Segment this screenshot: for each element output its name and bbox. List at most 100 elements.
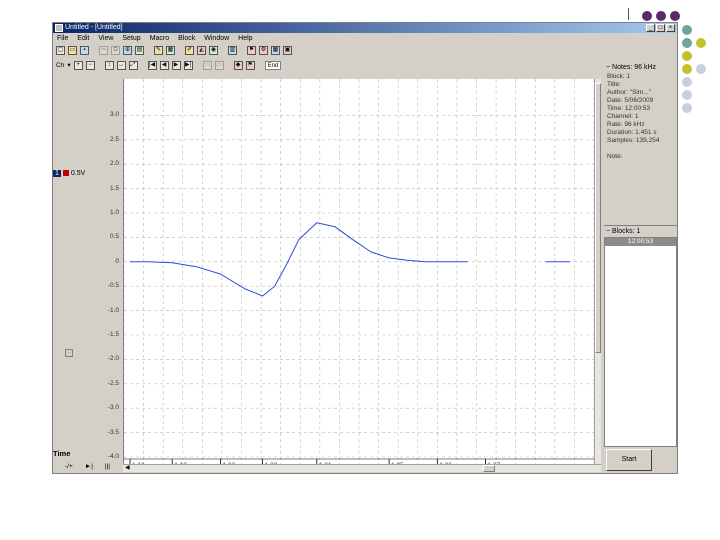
y-tick-label: -1.5 <box>107 331 119 338</box>
copy-icon[interactable]: ⧉ <box>111 45 120 55</box>
scale-icon[interactable]: ↔ <box>116 60 126 70</box>
y-tick-label: 1.5 <box>109 184 119 192</box>
tool-icon[interactable]: ✐ <box>185 45 194 55</box>
deco-dot <box>682 90 692 100</box>
note-line: Channel: 1 <box>607 113 639 120</box>
y-tick-label: 0.5 <box>109 233 119 241</box>
channel-panel: 3.0 2.5 2.0 1.5 1.0 0.5 0 -0.5 -1.0 -1.5 -2.0 -2.5 -… <box>53 79 123 469</box>
export-icon[interactable]: ⚑ <box>247 45 256 55</box>
blocks-header-text: Blocks: 1 <box>612 228 641 235</box>
grid-icon[interactable]: ▦ <box>271 45 280 55</box>
deco-dot <box>682 64 692 74</box>
note-line: Rate: 96 kHz <box>607 121 645 128</box>
note-line: Author: "Sim..." <box>607 89 651 96</box>
channel-label[interactable]: 1 0.5V <box>53 168 85 178</box>
chevron-down-icon[interactable]: ▾ <box>67 61 70 69</box>
next-icon[interactable]: ▶ <box>171 60 181 70</box>
settings-icon[interactable]: ⚙ <box>259 45 268 55</box>
menu-edit[interactable]: Edit <box>77 34 89 43</box>
channel-select[interactable]: Ch <box>56 62 64 69</box>
last-icon[interactable]: ▶| <box>183 60 193 70</box>
note-line: Samples: 139,254 <box>607 137 660 144</box>
menu-view[interactable]: View <box>98 34 113 43</box>
slide-divider <box>628 8 629 20</box>
zoom-time-button[interactable]: -/+ <box>65 463 73 470</box>
menu-window[interactable]: Window <box>204 34 229 43</box>
menu-file[interactable]: File <box>57 34 68 43</box>
notes-text[interactable]: Block: 1 Title: Author: "Sim..." Date: 5… <box>604 73 677 219</box>
trace-chart[interactable]: 1.121.131.221.231.311.351.361.37 <box>123 79 595 469</box>
y-tick-label: -2.0 <box>107 355 119 363</box>
deco-dot <box>682 77 692 87</box>
blocks-header[interactable]: − Blocks: 1 <box>604 225 677 237</box>
zoom-in-icon[interactable]: + <box>73 60 83 70</box>
fit-icon[interactable]: ⤢ <box>128 60 138 70</box>
cut-icon[interactable]: ✂ <box>99 45 108 55</box>
deco-dot <box>682 38 692 48</box>
channel-color-swatch <box>62 170 69 176</box>
y-tick-label: -3.0 <box>107 404 119 412</box>
disabled-icon[interactable]: ▭ <box>202 60 212 70</box>
zoom-out-icon[interactable]: − <box>85 60 95 70</box>
main-toolbar: ▢ ▭ ▪ ✂ ⧉ ⊕ ▤ ✎ ▦ ✐ ◭ ◉ ▥ ⚑ ⚙ ▦ ▣ <box>53 44 292 56</box>
block-item[interactable]: 12:00:53 <box>605 238 676 246</box>
open-icon[interactable]: ▭ <box>68 45 77 55</box>
vertical-scrollbar[interactable] <box>594 79 601 469</box>
deco-dot <box>682 51 692 61</box>
notes-header[interactable]: − Notes: 96 kHz <box>604 63 677 73</box>
time-controls: -/+ ►| ||| <box>65 463 110 470</box>
channel-settings-button[interactable]: · <box>65 349 73 357</box>
view-toolbar: Ch ▾ + − ↕ ↔ ⤢ |◀ ◀ ▶ ▶| ▭ ▭ ◆ ⚑ End <box>53 59 282 71</box>
app-icon <box>55 24 63 32</box>
up-icon[interactable]: ↕ <box>104 60 114 70</box>
horizontal-scrollbar[interactable]: ◀ <box>123 464 601 472</box>
y-tick-label: -1.0 <box>107 306 119 314</box>
deco-dot <box>642 11 652 21</box>
zoom-icon[interactable]: ⊕ <box>123 45 132 55</box>
menu-bar: File Edit View Setup Macro Block Window … <box>53 34 253 43</box>
minimize-button[interactable]: _ <box>646 24 655 32</box>
disabled-icon[interactable]: ▭ <box>214 60 224 70</box>
prev-icon[interactable]: ◀ <box>159 60 169 70</box>
macro-icon[interactable]: ▣ <box>283 45 292 55</box>
y-tick-label: -3.5 <box>107 428 119 436</box>
window-title: Untitled - [Untitled] <box>65 24 123 31</box>
note-line: Time: 12:00:53 <box>607 105 651 112</box>
scroll-left-icon[interactable]: ◀ <box>125 464 130 471</box>
pen-icon[interactable]: ✎ <box>154 45 163 55</box>
blocks-list[interactable]: 12:00:53 <box>604 237 677 447</box>
deco-dot <box>682 25 692 35</box>
menu-macro[interactable]: Macro <box>150 34 169 43</box>
vertical-scroll-thumb[interactable] <box>595 83 601 353</box>
chart-icon[interactable]: ◭ <box>197 45 206 55</box>
mark-icon[interactable]: ▦ <box>166 45 175 55</box>
stat-icon[interactable]: ◉ <box>209 45 218 55</box>
rec-icon[interactable]: ▤ <box>135 45 144 55</box>
first-icon[interactable]: |◀ <box>147 60 157 70</box>
y-tick-label: 2.0 <box>109 160 119 168</box>
menu-setup[interactable]: Setup <box>122 34 140 43</box>
columns-button[interactable]: ||| <box>105 463 110 470</box>
flag-icon[interactable]: ⚑ <box>245 60 255 70</box>
y-tick-label: -4.0 <box>107 453 119 460</box>
deco-dot <box>670 11 680 21</box>
marker-icon[interactable]: ◆ <box>233 60 243 70</box>
deco-dot <box>696 64 706 74</box>
note-line: Date: 5/06/2009 <box>607 97 654 104</box>
note-line: Title: <box>607 81 621 88</box>
save-icon[interactable]: ▪ <box>80 45 89 55</box>
report-icon[interactable]: ▥ <box>228 45 237 55</box>
chart-panel[interactable]: 1.121.131.221.231.311.351.361.37 <box>123 79 601 469</box>
step-button[interactable]: ►| <box>85 463 93 470</box>
time-axis-label: Time <box>53 449 71 458</box>
menu-block[interactable]: Block <box>178 34 195 43</box>
new-icon[interactable]: ▢ <box>56 45 65 55</box>
start-button[interactable]: Start <box>606 449 652 471</box>
trace-line <box>130 222 468 297</box>
maximize-button[interactable]: □ <box>656 24 665 32</box>
close-button[interactable]: × <box>666 24 675 32</box>
horizontal-scroll-thumb[interactable] <box>483 465 495 472</box>
note-line: Block: 1 <box>607 73 631 80</box>
end-field[interactable]: End <box>264 60 282 70</box>
menu-help[interactable]: Help <box>238 34 252 43</box>
